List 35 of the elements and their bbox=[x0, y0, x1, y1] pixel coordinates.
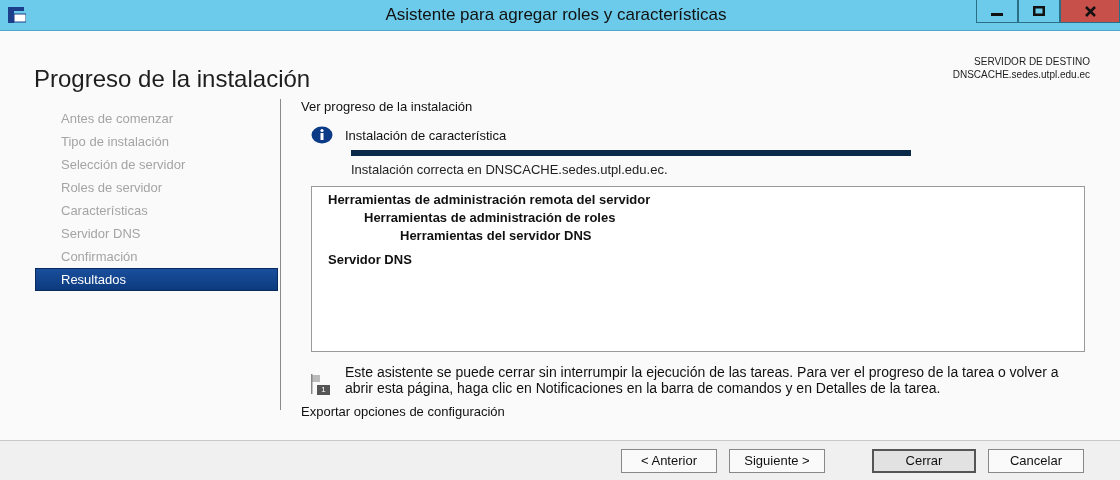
sidebar-item[interactable]: Tipo de instalación bbox=[35, 130, 278, 153]
server-icon bbox=[8, 7, 26, 23]
sidebar-item[interactable]: Selección de servidor bbox=[35, 153, 278, 176]
close-icon bbox=[1084, 5, 1096, 17]
result-item: Herramientas de administración remota del servidor bbox=[328, 191, 652, 209]
sidebar-item[interactable]: Confirmación bbox=[35, 245, 278, 268]
window-title: Asistente para agregar roles y características bbox=[384, 5, 728, 25]
notice-text: Este asistente se puede cerrar sin interrumpir la ejecución de las tareas. Para ver el progreso de la tarea o volver a abrir esta página, haga clic en Notificaciones en la barra de comandos y en Detalles de la tarea. bbox=[345, 364, 1060, 396]
destination-label: SERVIDOR DE DESTINO bbox=[973, 55, 1090, 68]
info-icon bbox=[311, 126, 333, 144]
result-item: Herramientas de administración de roles bbox=[363, 209, 617, 227]
sidebar-item[interactable]: Servidor DNS bbox=[35, 222, 278, 245]
result-item: Servidor DNS bbox=[328, 251, 413, 269]
minimize-icon bbox=[991, 12, 1003, 16]
section-title: Ver progreso de la instalación bbox=[301, 99, 474, 114]
wizard-button[interactable]: Siguiente > bbox=[729, 448, 825, 473]
result-item: Herramientas del servidor DNS bbox=[399, 227, 593, 245]
progress-status: Instalación correcta en DNSCACHE.sedes.utpl.edu.ec. bbox=[351, 162, 669, 177]
sidebar-item[interactable]: Antes de comenzar bbox=[35, 107, 278, 130]
minimize-button[interactable] bbox=[976, 0, 1018, 23]
close-button[interactable] bbox=[1060, 0, 1120, 23]
wizard-button[interactable]: Cerrar bbox=[872, 448, 976, 473]
notification-count: 1 bbox=[317, 385, 330, 395]
sidebar-item[interactable]: Roles de servidor bbox=[35, 176, 278, 199]
wizard-button[interactable]: Cancelar bbox=[988, 448, 1084, 473]
export-link[interactable]: Exportar opciones de configuración bbox=[301, 404, 1085, 419]
maximize-icon bbox=[1033, 6, 1045, 16]
sidebar-item[interactable]: Características bbox=[35, 199, 278, 222]
flag-icon bbox=[311, 374, 320, 394]
sidebar-item[interactable]: Resultados bbox=[35, 268, 278, 291]
progress-title: Instalación de característica bbox=[345, 127, 507, 143]
maximize-button[interactable] bbox=[1018, 0, 1060, 23]
wizard-button[interactable]: < Anterior bbox=[621, 448, 717, 473]
destination-server: DNSCACHE.sedes.utpl.edu.ec bbox=[952, 68, 1090, 81]
page-title: Progreso de la instalación bbox=[34, 65, 311, 93]
